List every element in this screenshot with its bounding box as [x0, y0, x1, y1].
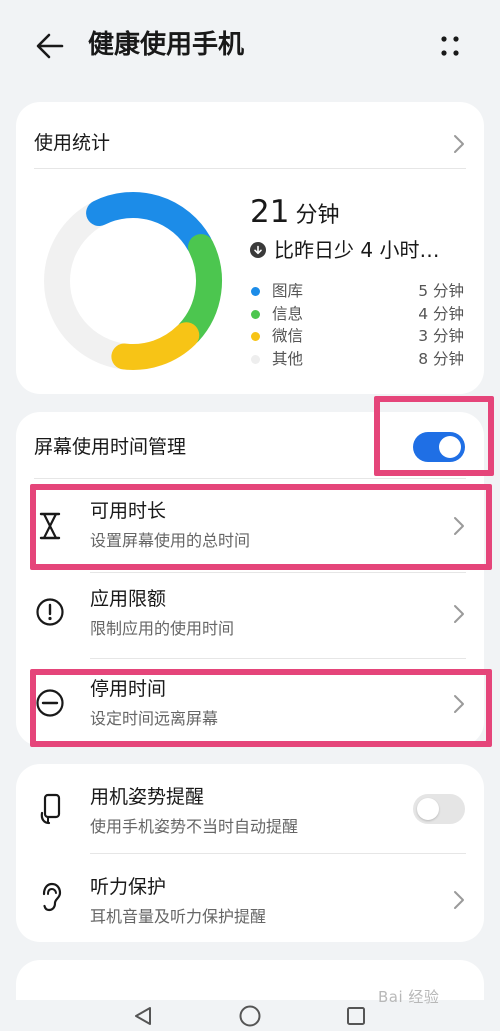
- divider: [34, 168, 466, 169]
- chevron-right-icon: [454, 891, 464, 909]
- toggle-knob: [417, 798, 439, 820]
- nav-home-button[interactable]: [235, 1004, 265, 1028]
- page-title: 健康使用手机: [88, 30, 245, 60]
- ear-icon: [36, 882, 66, 912]
- square-recents-icon: [347, 1007, 365, 1025]
- list-item-hearing-protection[interactable]: 听力保护 耳机音量及听力保护提醒: [16, 854, 484, 942]
- chevron-right-icon: [454, 135, 464, 153]
- legend-dot: [251, 355, 260, 365]
- list-item-posture-reminder[interactable]: 用机姿势提醒 使用手机姿势不当时自动提醒: [16, 764, 484, 852]
- nav-back-button[interactable]: [128, 1004, 158, 1028]
- donut-segment-信息: [176, 234, 222, 346]
- legend-dot: [251, 309, 260, 319]
- more-options-button[interactable]: [430, 28, 470, 64]
- arrow-down-circle-icon: [250, 242, 266, 258]
- donut-segment-微信: [111, 322, 200, 370]
- screen-time-toggle[interactable]: [413, 432, 465, 462]
- list-item-downtime[interactable]: 停用时间 设定时间远离屏幕: [16, 658, 484, 746]
- list-item-title: 听力保护: [90, 876, 167, 898]
- usage-stats-header[interactable]: 使用统计: [16, 102, 484, 168]
- legend-name: 图库: [272, 282, 304, 300]
- hourglass-icon: [35, 511, 65, 541]
- screen-time-card: 屏幕使用时间管理 可用时长 设置屏幕使用的总时间 应用限额 限制应用的使用时间: [16, 412, 484, 746]
- legend-name: 信息: [272, 304, 304, 323]
- circle-home-icon: [239, 1005, 261, 1027]
- alert-circle-icon: [35, 597, 65, 627]
- list-item-subtitle: 设定时间远离屏幕: [90, 709, 219, 728]
- legend-value: 3 分钟: [418, 327, 464, 346]
- list-item-title: 应用限额: [90, 588, 167, 610]
- usage-stats-title: 使用统计: [34, 132, 111, 154]
- legend-name: 其他: [272, 350, 304, 369]
- list-item-title: 停用时间: [90, 678, 167, 700]
- nav-recents-button[interactable]: [341, 1004, 371, 1028]
- legend-value: 4 分钟: [418, 304, 464, 323]
- list-item-subtitle: 使用手机姿势不当时自动提醒: [90, 817, 299, 836]
- list-item-app-limits[interactable]: 应用限额 限制应用的使用时间: [16, 572, 484, 658]
- legend-item: 微信 3 分钟: [250, 325, 464, 348]
- legend-dot: [251, 332, 260, 342]
- chevron-right-icon: [454, 517, 464, 535]
- usage-stats-card: 使用统计 21 分钟 比昨日少 4 小时… 图库 5 分钟信息 4 分钟微信 3 分钟其…: [16, 102, 484, 394]
- list-item-subtitle: 限制应用的使用时间: [90, 619, 235, 638]
- total-usage-time: 21 分钟: [250, 192, 339, 236]
- legend-value: 8 分钟: [418, 350, 464, 369]
- total-usage-value: 21: [250, 194, 290, 230]
- screen-time-title: 屏幕使用时间管理: [34, 436, 187, 458]
- list-item-available-duration[interactable]: 可用时长 设置屏幕使用的总时间: [16, 484, 484, 572]
- triangle-back-icon: [135, 1007, 151, 1025]
- posture-reminder-toggle[interactable]: [413, 794, 465, 824]
- list-item-title: 可用时长: [90, 500, 167, 522]
- watermark: Bai 经验: [378, 988, 440, 1006]
- usage-donut-chart: [44, 192, 222, 370]
- divider: [34, 478, 466, 479]
- list-item-subtitle: 耳机音量及听力保护提醒: [90, 907, 267, 926]
- total-usage-unit: 分钟: [295, 203, 340, 228]
- usage-compare-text: 比昨日少 4 小时…: [274, 238, 440, 262]
- phone-posture-icon: [37, 793, 67, 825]
- legend-item: 其他 8 分钟: [250, 348, 464, 371]
- chevron-right-icon: [454, 695, 464, 713]
- more-dots-icon: [441, 36, 459, 56]
- list-item-subtitle: 设置屏幕使用的总时间: [90, 531, 251, 550]
- list-item-title: 用机姿势提醒: [90, 786, 205, 808]
- toggle-knob: [439, 436, 461, 458]
- usage-legend: 图库 5 分钟信息 4 分钟微信 3 分钟其他 8 分钟: [250, 280, 464, 371]
- arrow-left-icon: [36, 33, 64, 59]
- legend-name: 微信: [272, 327, 304, 346]
- donut-segment-图库: [86, 192, 213, 257]
- app-header: 健康使用手机: [0, 0, 500, 92]
- legend-dot: [251, 287, 260, 296]
- minus-circle-icon: [35, 688, 65, 718]
- back-button[interactable]: [30, 28, 70, 64]
- legend-item: 信息 4 分钟: [250, 303, 464, 326]
- legend-value: 5 分钟: [418, 282, 464, 300]
- chevron-right-icon: [454, 605, 464, 623]
- other-settings-card: 用机姿势提醒 使用手机姿势不当时自动提醒 听力保护 耳机音量及听力保护提醒: [16, 764, 484, 942]
- usage-compare: 比昨日少 4 小时…: [250, 236, 439, 264]
- legend-item: 图库 5 分钟: [250, 280, 464, 303]
